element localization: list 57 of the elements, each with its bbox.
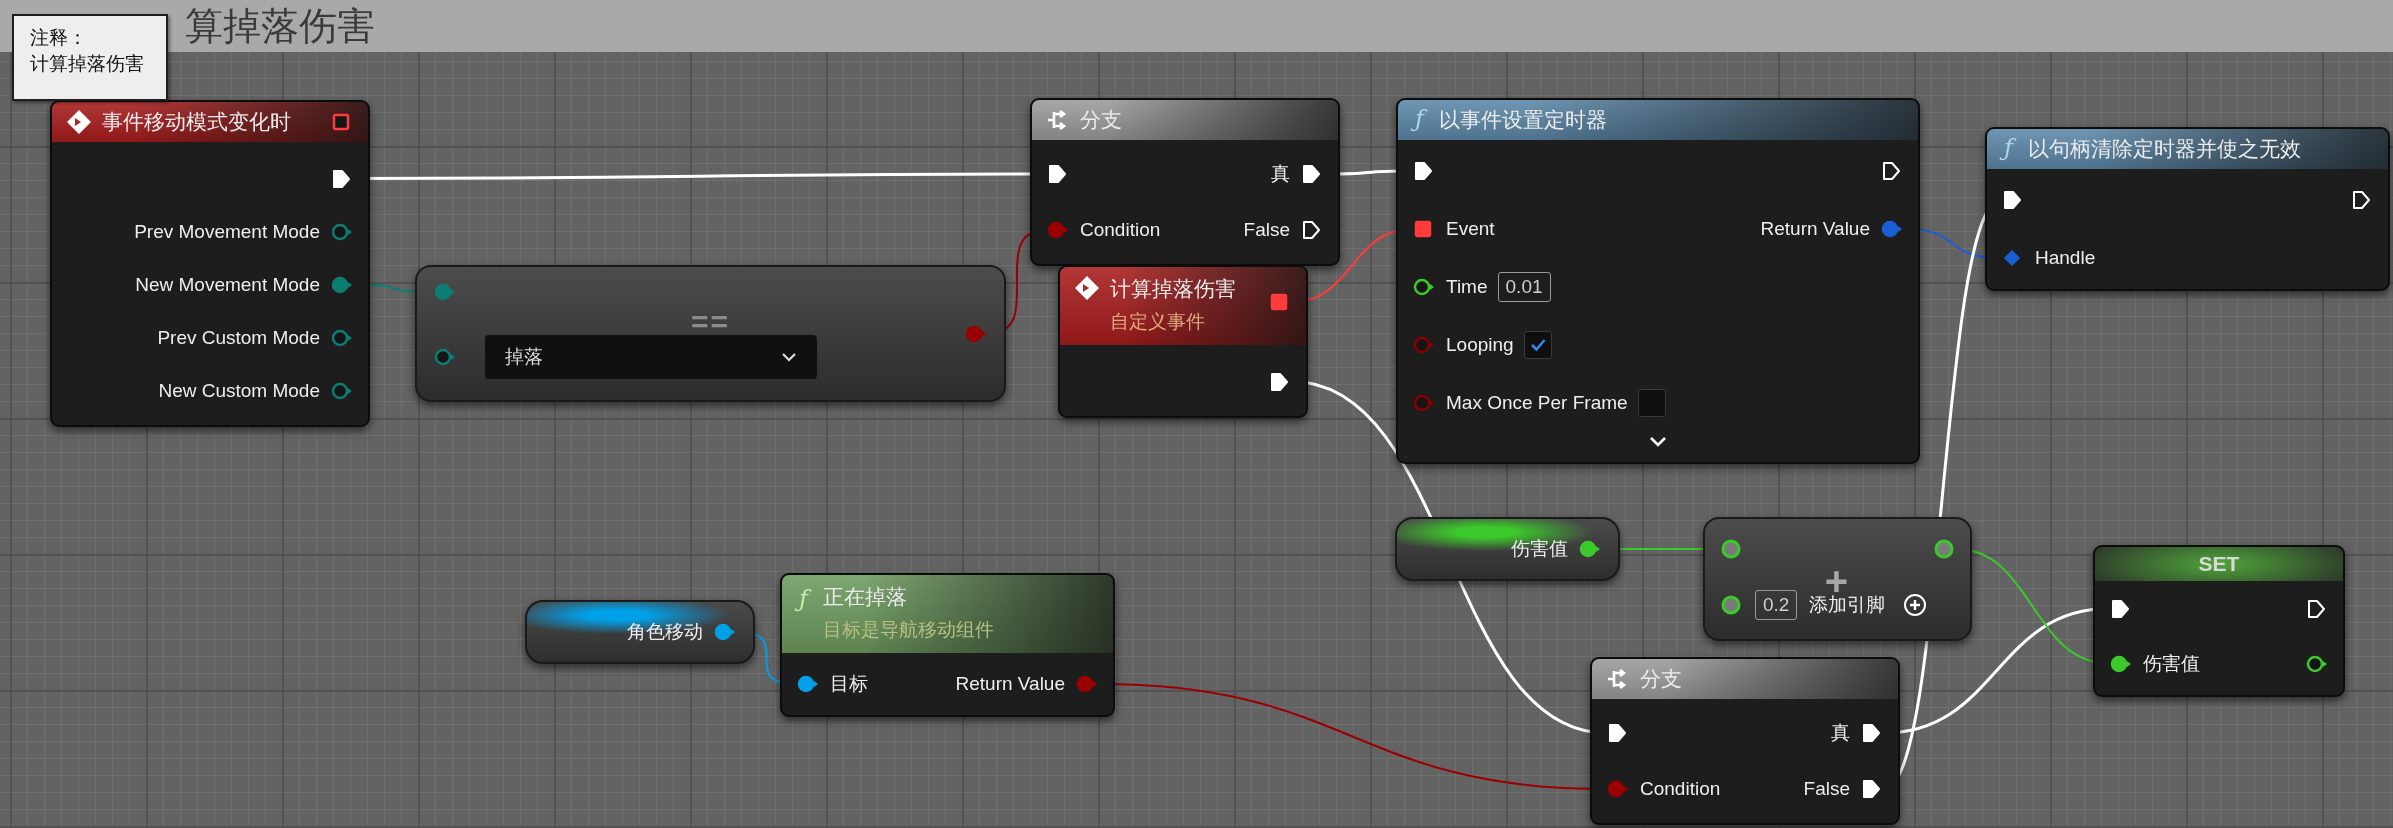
value-field[interactable]: 0.2 [1755, 590, 1798, 620]
pin-label: Condition [1080, 219, 1161, 241]
pin-label: 伤害值 [1511, 537, 1568, 561]
node-title: 以句柄清除定时器并使之无效 [2027, 136, 2301, 162]
node-subtitle: 目标是导航移动组件 [822, 618, 994, 642]
comment-title: 算掉落伤害 [185, 3, 375, 49]
node-title: SET [2198, 552, 2240, 576]
function-icon: ƒ [2001, 132, 2018, 166]
chevron-down-icon[interactable] [1648, 436, 1668, 448]
node-title: 以事件设置定时器 [1438, 107, 1607, 133]
node-title: 分支 [1080, 107, 1122, 133]
checkbox[interactable] [1637, 389, 1666, 417]
pin-label: 角色移动 [627, 620, 703, 644]
pin-label: Condition [1640, 778, 1721, 800]
data-pin[interactable] [713, 621, 737, 643]
node-title: 正在掉落 [822, 584, 908, 610]
data-pin[interactable] [1578, 538, 1602, 560]
pin-label: 真 [1271, 162, 1290, 186]
pin-label: Time [1446, 276, 1488, 298]
data-pin[interactable] [1412, 276, 1436, 298]
checkmark-icon [1528, 336, 1547, 354]
node-title: 事件移动模式变化时 [102, 109, 291, 135]
data-pin[interactable] [1719, 594, 1743, 616]
pin-label: Prev Custom Mode [157, 326, 320, 349]
pin-label: 目标 [830, 672, 868, 696]
pin-label: False [1243, 219, 1290, 241]
value-field[interactable]: 0.01 [1497, 272, 1551, 302]
data-pin[interactable] [1932, 538, 1956, 560]
tooltip-label: 注释： [30, 26, 88, 50]
pin-label: Return Value [955, 673, 1065, 695]
plus-circle-icon [1903, 593, 1928, 617]
dropdown[interactable]: 掉落 [485, 335, 817, 379]
pin-label: Handle [2035, 247, 2096, 269]
pin-label: 真 [1831, 721, 1850, 745]
node-title: 分支 [1640, 666, 1682, 692]
function-icon: ƒ [796, 583, 813, 617]
pin-label: Event [1446, 218, 1495, 240]
event-icon [1074, 275, 1100, 301]
node-title: 计算掉落伤害 [1110, 276, 1236, 302]
pin-label: Prev Movement Mode [134, 220, 320, 243]
pin-label: Looping [1446, 334, 1514, 356]
data-pin[interactable] [796, 673, 820, 695]
add-pin-button[interactable]: 添加引脚 [1809, 592, 1928, 618]
chevron-down-icon [781, 352, 797, 362]
pin-label: New Movement Mode [135, 273, 320, 296]
pin-label: Return Value [1760, 218, 1870, 240]
pin-label: False [1803, 778, 1850, 800]
event-icon [66, 109, 92, 135]
checkbox[interactable] [1523, 331, 1552, 359]
pin-label: 伤害值 [2143, 651, 2200, 676]
data-pin[interactable] [1719, 538, 1743, 560]
tooltip-text: 计算掉落伤害 [30, 51, 145, 76]
function-icon: ƒ [1412, 103, 1429, 137]
pin-label: New Custom Mode [158, 379, 320, 402]
node-subtitle: 自定义事件 [1110, 310, 1206, 334]
pin-label: Max Once Per Frame [1446, 392, 1628, 414]
data-pin[interactable] [433, 346, 457, 368]
